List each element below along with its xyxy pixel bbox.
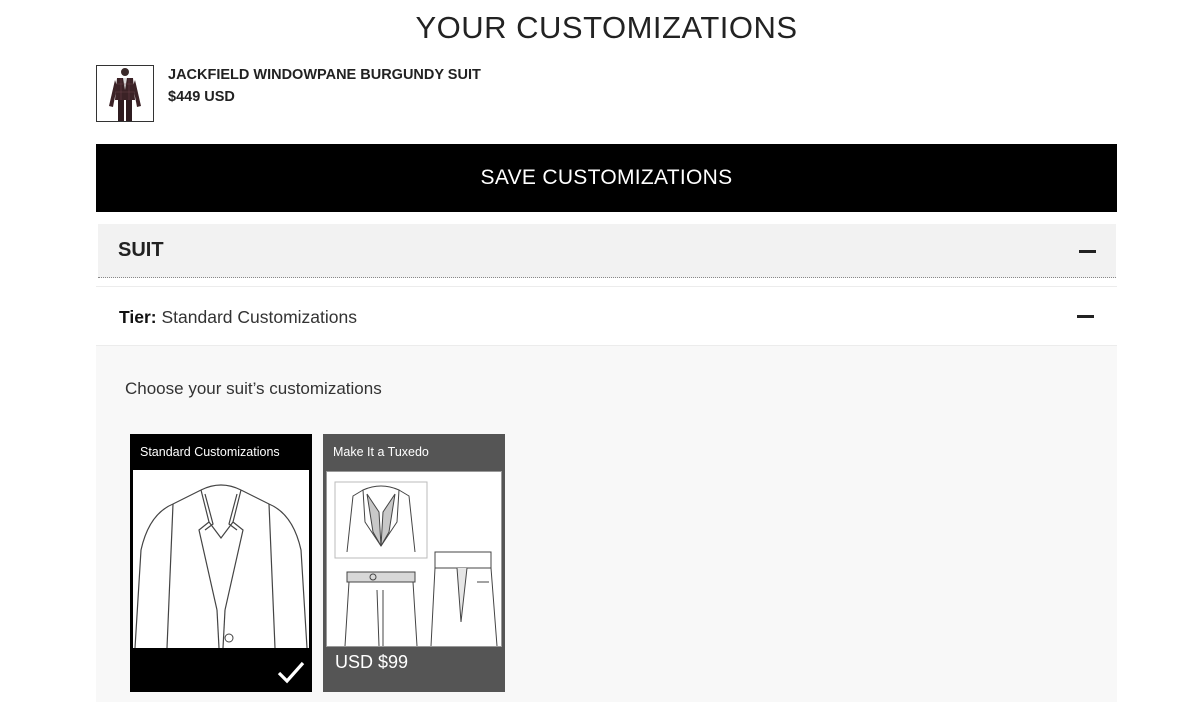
- suit-section-title: SUIT: [118, 239, 164, 261]
- customization-prompt: Choose your suit’s customizations: [125, 379, 382, 398]
- product-price: $449 USD: [168, 89, 235, 105]
- tier-value: Standard Customizations: [161, 307, 358, 327]
- option-price: USD $99: [335, 652, 409, 672]
- jacket-sketch-icon: [133, 470, 309, 648]
- option-standard-customizations[interactable]: Standard Customizations: [130, 434, 312, 692]
- product-summary: JACKFIELD WINDOWPANE BURGUNDY SUIT $449 …: [96, 65, 496, 123]
- collapse-minus-icon[interactable]: [1079, 250, 1096, 253]
- suit-photo-icon: [97, 66, 153, 121]
- option-label: Standard Customizations: [140, 445, 280, 459]
- suit-section-header[interactable]: SUIT: [98, 224, 1116, 278]
- option-label: Make It a Tuxedo: [333, 445, 429, 459]
- save-customizations-button[interactable]: SAVE CUSTOMIZATIONS: [96, 144, 1117, 212]
- selected-check-icon: [277, 661, 305, 684]
- tuxedo-sketch-icon: [326, 471, 502, 647]
- option-make-it-a-tuxedo[interactable]: Make It a Tuxedo USD $99: [323, 434, 505, 692]
- product-thumbnail: [96, 65, 154, 122]
- customization-panel: Tier: Standard Customizations Choose you…: [96, 286, 1117, 702]
- tier-row[interactable]: Tier: Standard Customizations: [96, 286, 1117, 346]
- product-name: JACKFIELD WINDOWPANE BURGUNDY SUIT: [168, 67, 481, 83]
- tier-collapse-minus-icon[interactable]: [1077, 315, 1094, 318]
- page-title: YOUR CUSTOMIZATIONS: [415, 10, 798, 45]
- tier-text: Tier: Standard Customizations: [119, 307, 357, 328]
- tier-label: Tier:: [119, 307, 157, 327]
